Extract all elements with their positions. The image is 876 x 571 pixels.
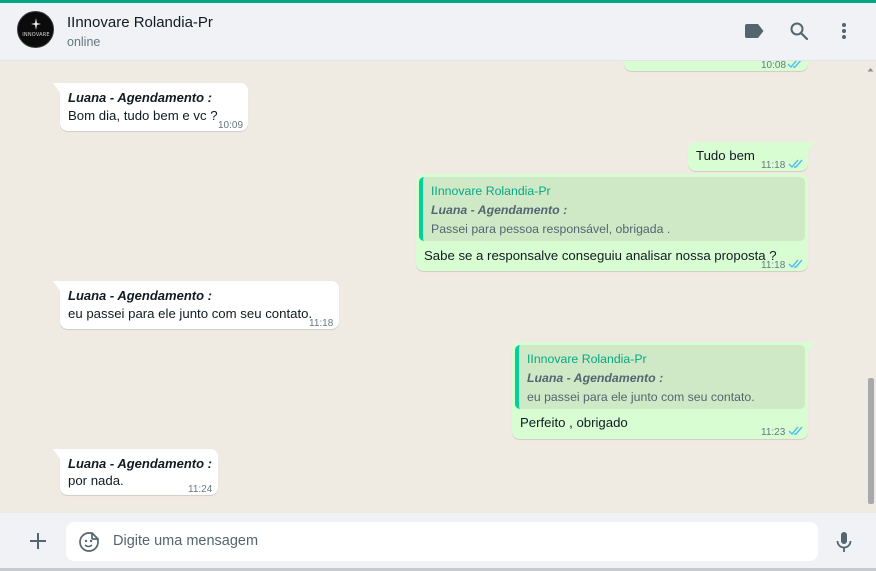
quoted-text: eu passei para ele junto com seu contato… <box>527 390 755 404</box>
emoji-icon[interactable] <box>78 531 100 553</box>
message-bubble-out[interactable]: IInnovare Rolandia-Pr Luana - Agendament… <box>416 174 808 271</box>
message-input[interactable]: Digite uma mensagem <box>66 522 818 561</box>
contact-name[interactable]: IInnovare Rolandia-Pr <box>67 14 213 31</box>
composer: Digite uma mensagem <box>0 513 876 568</box>
label-icon[interactable] <box>742 19 766 43</box>
message-text: eu passei para ele junto com seu contato… <box>68 306 313 321</box>
message-bubble-out[interactable]: IInnovare Rolandia-Pr Luana - Agendament… <box>512 342 815 439</box>
bubble-tail <box>807 142 815 153</box>
message-text: Bom dia, tudo bem e vc ? <box>68 108 218 123</box>
quoted-sender: Luana - Agendamento : <box>527 371 664 385</box>
message-list[interactable]: 10:08 Luana - Agendamento : Bom dia, tud… <box>0 61 876 513</box>
message-text: Perfeito , obrigado <box>520 415 628 430</box>
avatar-brand-text: INNOVARE <box>22 32 50 38</box>
message-time: 11:23 <box>761 427 786 438</box>
scrollbar[interactable] <box>866 65 875 507</box>
message-time: 10:09 <box>218 120 244 131</box>
scrollbar-thumb[interactable] <box>868 378 874 504</box>
quoted-author: IInnovare Rolandia-Pr <box>431 184 551 198</box>
search-icon[interactable] <box>787 19 811 43</box>
message-time: 11:18 <box>761 160 786 171</box>
message-text: por nada. <box>68 473 124 488</box>
menu-dots-icon[interactable] <box>832 19 856 43</box>
plus-icon[interactable] <box>26 529 50 553</box>
message-text: Sabe se a responsalve conseguiu analisar… <box>424 248 777 263</box>
bubble-tail <box>807 342 815 353</box>
message-bubble-in[interactable]: Luana - Agendamento : eu passei para ele… <box>53 281 339 329</box>
read-ticks-icon <box>788 259 803 269</box>
bubble-tail <box>53 449 61 460</box>
message-time: 11:24 <box>188 484 213 495</box>
read-ticks-icon <box>787 61 802 69</box>
chat-header: INNOVARE IInnovare Rolandia-Pr online <box>0 3 876 61</box>
message-bubble-in[interactable]: Luana - Agendamento : por nada. 11:24 <box>53 449 218 495</box>
message-text: Tudo bem <box>696 148 755 163</box>
message-bubble-out[interactable]: 10:08 <box>624 61 808 71</box>
quoted-author: IInnovare Rolandia-Pr <box>527 352 647 366</box>
read-ticks-icon <box>788 426 803 436</box>
message-sender: Luana - Agendamento : <box>68 456 212 471</box>
avatar[interactable]: INNOVARE <box>17 11 54 48</box>
read-ticks-icon <box>788 159 803 169</box>
message-bubble-in[interactable]: Luana - Agendamento : Bom dia, tudo bem … <box>53 83 248 131</box>
quoted-message[interactable]: IInnovare Rolandia-Pr Luana - Agendament… <box>419 177 805 241</box>
bubble-tail <box>53 281 61 292</box>
message-time: 10:08 <box>761 61 787 71</box>
mic-icon[interactable] <box>832 530 856 554</box>
bubble-tail <box>53 83 61 94</box>
message-bubble-out[interactable]: Tudo bem 11:18 <box>688 142 815 171</box>
logo-star-icon <box>31 18 41 30</box>
whatsapp-window: INNOVARE IInnovare Rolandia-Pr online 10… <box>0 0 876 571</box>
message-input-placeholder: Digite uma mensagem <box>113 533 259 549</box>
message-sender: Luana - Agendamento : <box>68 288 212 303</box>
quoted-text: Passei para pessoa responsável, obrigada… <box>431 222 671 236</box>
message-time: 11:18 <box>309 318 334 329</box>
message-sender: Luana - Agendamento : <box>68 90 212 105</box>
quoted-sender: Luana - Agendamento : <box>431 203 568 217</box>
message-time: 11:18 <box>761 260 786 271</box>
quoted-message[interactable]: IInnovare Rolandia-Pr Luana - Agendament… <box>515 345 805 409</box>
scroll-up-arrow-icon[interactable] <box>866 65 875 74</box>
contact-status: online <box>67 35 101 49</box>
